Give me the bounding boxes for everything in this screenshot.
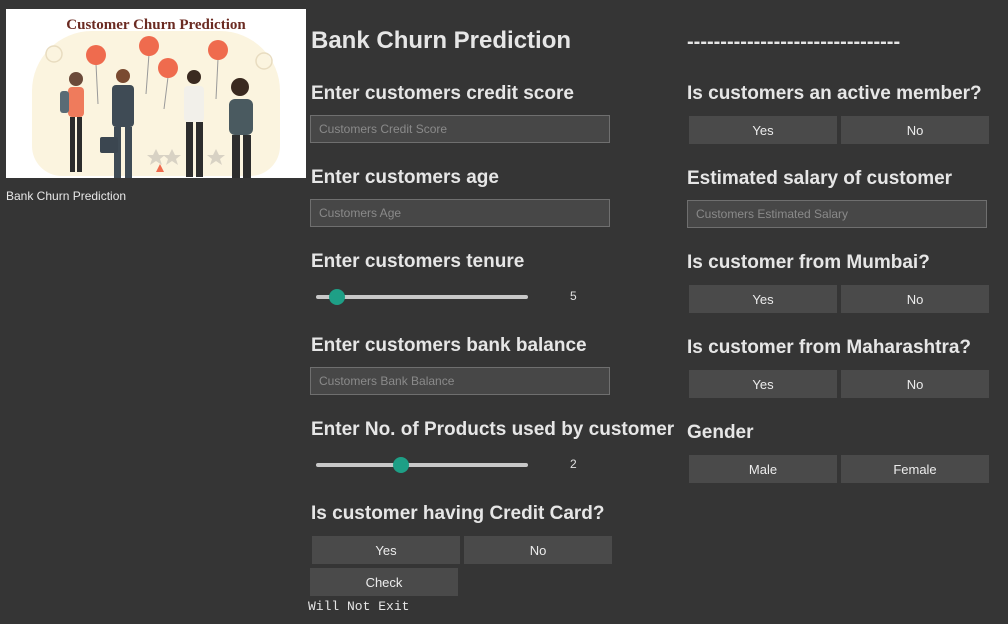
tenure-slider-thumb[interactable]	[329, 289, 346, 305]
mumbai-label: Is customer from Mumbai?	[687, 252, 930, 273]
products-label: Enter No. of Products used by customer	[311, 419, 675, 440]
products-value: 2	[570, 457, 577, 471]
gender-label: Gender	[687, 422, 754, 443]
balance-input[interactable]	[310, 367, 610, 395]
check-button[interactable]: Check	[310, 568, 458, 596]
people-with-balloons-icon	[45, 36, 273, 178]
sidebar-caption: Bank Churn Prediction	[6, 189, 127, 203]
active-member-no-button[interactable]: No	[841, 116, 989, 144]
age-input[interactable]	[310, 199, 610, 227]
tenure-value: 5	[570, 289, 577, 303]
churn-illustration: Customer Churn Prediction	[6, 9, 306, 178]
salary-input[interactable]	[687, 200, 987, 228]
maharashtra-no-button[interactable]: No	[841, 370, 989, 398]
credit-card-no-button[interactable]: No	[464, 536, 612, 564]
mumbai-yes-button[interactable]: Yes	[689, 285, 837, 313]
gender-female-button[interactable]: Female	[841, 455, 989, 483]
maharashtra-yes-button[interactable]: Yes	[689, 370, 837, 398]
active-member-yes-button[interactable]: Yes	[689, 116, 837, 144]
balance-label: Enter customers bank balance	[311, 335, 587, 356]
products-slider-track	[316, 463, 528, 467]
gender-male-button[interactable]: Male	[689, 455, 837, 483]
sidebar: Customer Churn Prediction Bank Churn Pre…	[6, 9, 306, 203]
maharashtra-label: Is customer from Maharashtra?	[687, 337, 972, 358]
tenure-slider-track	[316, 295, 528, 299]
credit-card-yes-button[interactable]: Yes	[312, 536, 460, 564]
page-title: Bank Churn Prediction	[311, 27, 572, 54]
credit-score-input[interactable]	[310, 115, 610, 143]
products-slider-thumb[interactable]	[392, 457, 409, 473]
prediction-result: Will Not Exit	[308, 599, 410, 614]
salary-label: Estimated salary of customer	[687, 168, 953, 189]
products-slider[interactable]	[316, 455, 528, 475]
tenure-label: Enter customers tenure	[311, 251, 525, 272]
credit-score-label: Enter customers credit score	[311, 83, 574, 104]
active-member-label: Is customers an active member?	[687, 83, 982, 104]
credit-card-label: Is customer having Credit Card?	[311, 503, 605, 524]
mumbai-no-button[interactable]: No	[841, 285, 989, 313]
age-label: Enter customers age	[311, 167, 499, 188]
tenure-slider[interactable]	[316, 287, 528, 307]
separator-line: --------------------------------	[687, 31, 901, 53]
